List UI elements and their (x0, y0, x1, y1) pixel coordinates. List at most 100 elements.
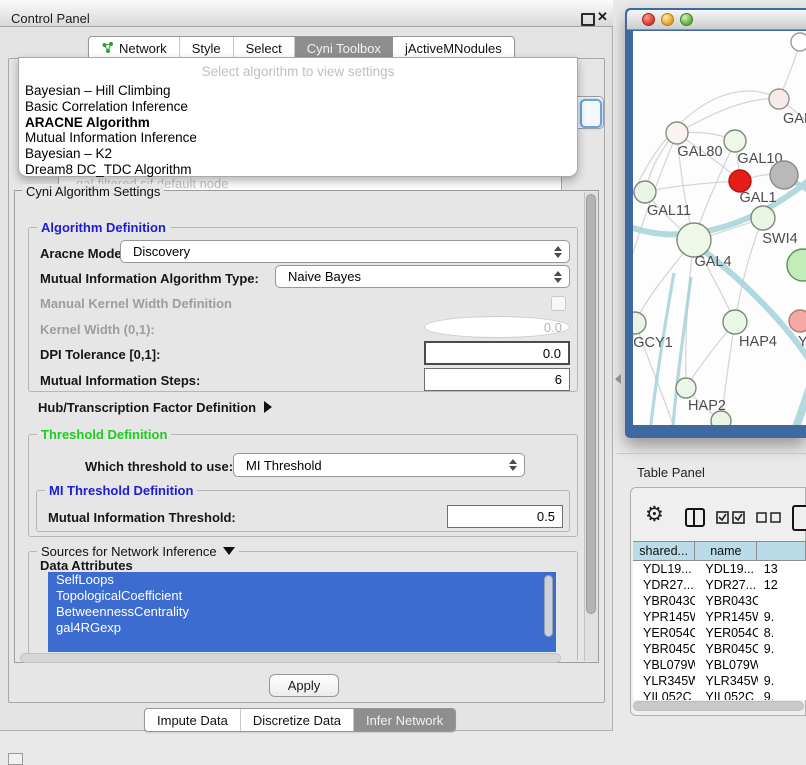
apply-button[interactable]: Apply (269, 674, 339, 697)
table-row[interactable]: YDR27...YDR27...12 (633, 577, 806, 593)
combo-stepper-focused[interactable] (580, 99, 602, 128)
algorithm-option-mutual-information-inference[interactable]: Mutual Information Inference (19, 130, 577, 146)
algorithm-option-bayesian-k2[interactable]: Bayesian – K2 (19, 146, 577, 162)
table-cell: 9. (758, 689, 806, 700)
table-cell: YBR043C (633, 593, 695, 609)
bottom-tabs: Impute Data Discretize DataInfer Network (144, 708, 456, 732)
network-node-gal10[interactable] (724, 130, 746, 152)
float-window-icon[interactable] (581, 13, 595, 26)
table-cell: YER054C (633, 625, 695, 641)
table-row[interactable]: YBR045CYBR045C9. (633, 641, 806, 657)
select-all-icon[interactable] (716, 511, 746, 524)
table-row[interactable]: YBR043CYBR043C (633, 593, 806, 609)
network-node-hap2[interactable] (676, 378, 696, 398)
tab-label: Style (192, 41, 221, 56)
network-node[interactable] (787, 249, 806, 281)
threshold-definition-title: Threshold Definition (37, 427, 171, 442)
tab-label: Impute Data (157, 713, 228, 728)
table-row[interactable]: YBL079WYBL079W (633, 657, 806, 673)
mi-type-combo[interactable]: Naive Bayes (275, 265, 570, 288)
mi-threshold-input[interactable] (447, 505, 563, 528)
mi-type-label: Mutual Information Algorithm Type: (40, 271, 259, 286)
sources-collapser[interactable]: Sources for Network Inference (37, 544, 239, 559)
close-icon[interactable]: ✕ (597, 9, 608, 25)
manual-kernel-checkbox[interactable] (551, 296, 566, 311)
close-traffic-light[interactable] (642, 13, 655, 26)
dpi-tolerance-input[interactable] (424, 341, 570, 365)
data-attributes-label: Data Attributes (40, 558, 133, 573)
algorithm-option-basic-correlation-inference[interactable]: Basic Correlation Inference (19, 99, 577, 115)
network-node-gal4[interactable] (677, 223, 711, 257)
gear-icon[interactable]: ⚙ (645, 504, 664, 525)
table-row[interactable]: YIL052CYIL052C9. (633, 689, 806, 700)
mi-steps-input[interactable] (424, 368, 570, 391)
columns-icon[interactable] (685, 508, 705, 527)
stepper-icon (554, 271, 562, 283)
algorithm-definition-title: Algorithm Definition (37, 220, 170, 235)
aracne-mode-value: Discovery (133, 244, 190, 259)
column-header-shared[interactable]: shared... (633, 542, 695, 560)
minimize-traffic-light[interactable] (661, 13, 674, 26)
bottom-tab-infer-network[interactable]: Infer Network (354, 709, 455, 731)
algorithm-option-bayesian-hill-climbing[interactable]: Bayesian – Hill Climbing (19, 83, 577, 99)
network-node-gal[interactable] (769, 89, 789, 109)
settings-scrollbar-thumb[interactable] (586, 194, 596, 614)
table-cell: 13 (758, 561, 806, 577)
splitpane-handle-icon[interactable] (615, 374, 621, 384)
network-node[interactable] (770, 161, 798, 189)
node-label: GAL1 (739, 190, 776, 206)
network-node-y[interactable] (789, 310, 806, 332)
table-row[interactable]: YLR345WYLR345W9. (633, 673, 806, 689)
attribute-item-gal4rgexp[interactable]: gal4RGexp (48, 620, 556, 636)
table-cell: YDR27... (633, 577, 695, 593)
table-hscrollbar[interactable] (633, 701, 804, 711)
network-node-hap4[interactable] (723, 310, 747, 334)
network-node-swi4[interactable] (751, 206, 775, 230)
aracne-mode-combo[interactable]: Discovery (120, 240, 570, 263)
column-header-name[interactable]: name (695, 542, 757, 560)
table-cell: YBL079W (695, 657, 757, 673)
table-cell: YER054C (695, 625, 757, 641)
table-cell: YDL19... (633, 561, 695, 577)
attribute-item-topologicalcoefficient[interactable]: TopologicalCoefficient (48, 588, 556, 604)
dropdown-placeholder: Select algorithm to view settings (19, 64, 577, 79)
tab-label: Select (246, 41, 282, 56)
table-cell: YLR345W (695, 673, 757, 689)
network-node-gcy1[interactable] (633, 312, 646, 334)
network-node[interactable] (791, 33, 806, 51)
control-panel-titlebar[interactable] (0, 0, 613, 27)
minimized-panel-icon[interactable] (8, 753, 23, 765)
zoom-traffic-light[interactable] (680, 13, 693, 26)
control-panel-title: Control Panel (11, 11, 90, 26)
table-panel-title: Table Panel (637, 465, 705, 480)
node-label: SWI4 (762, 231, 797, 247)
network-node-gal1[interactable] (729, 170, 751, 192)
algorithm-option-aracne-algorithm[interactable]: ARACNE Algorithm (19, 115, 577, 131)
which-threshold-combo[interactable]: MI Threshold (233, 453, 525, 477)
deselect-all-icon[interactable] (756, 512, 782, 523)
kernel-width-input[interactable] (424, 316, 570, 338)
stepper-icon (509, 459, 517, 471)
column-header-extra[interactable] (757, 542, 806, 560)
table-row[interactable]: YPR145WYPR145W9. (633, 609, 806, 625)
attribute-item-selfloops[interactable]: SelfLoops (48, 572, 556, 588)
network-graph: GALGAL80GAL10GAL1GAL11SWI4GAL4GCY1HAP4YH… (633, 31, 806, 425)
table-row[interactable]: YDL19...YDL19...13 (633, 561, 806, 577)
table-cell: 9. (758, 673, 806, 689)
new-table-icon[interactable] (792, 505, 806, 531)
bottom-tab-discretize-data[interactable]: Discretize Data (241, 709, 354, 731)
hub-definition-expander[interactable]: Hub/Transcription Factor Definition (38, 400, 272, 415)
network-node-gal80[interactable] (666, 122, 688, 144)
network-canvas[interactable]: GALGAL80GAL10GAL1GAL11SWI4GAL4GCY1HAP4YH… (633, 31, 806, 425)
network-node-gal11[interactable] (634, 181, 656, 203)
algorithm-option-dream8-dc-tdc-algorithm[interactable]: Dream8 DC_TDC Algorithm (19, 162, 577, 178)
network-node[interactable] (711, 411, 731, 425)
sources-title: Sources for Network Inference (41, 544, 217, 559)
attribute-item-betweennesscentrality[interactable]: BetweennessCentrality (48, 604, 556, 620)
table-row[interactable]: YER054CYER054C8. (633, 625, 806, 641)
list-scrollbar-thumb[interactable] (544, 575, 553, 637)
bottom-tab-impute-data[interactable]: Impute Data (145, 709, 241, 731)
tab-label: jActiveMNodules (405, 41, 502, 56)
table-cell: 9. (758, 609, 806, 625)
settings-hscrollbar[interactable] (20, 653, 561, 663)
